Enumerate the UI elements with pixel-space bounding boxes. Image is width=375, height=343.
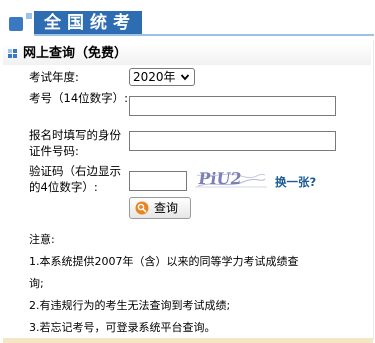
section-title: 网上查询（免费） xyxy=(23,46,128,61)
id-number-input[interactable] xyxy=(129,131,336,151)
note-item-1: 1.本系统提供2007年（含）以来的同等学力考试成绩查 xyxy=(29,255,299,268)
bottom-bar xyxy=(3,338,373,343)
note-item-3: 3.若忘记考号，可登录系统平台查询。 xyxy=(29,321,216,334)
query-button-label: 查询 xyxy=(154,201,179,215)
id-number-label: 报名时填写的身份证件号码: xyxy=(29,128,121,158)
blue-square-icon xyxy=(9,17,23,31)
note-item-1-cont: 询; xyxy=(29,277,44,290)
captcha-label: 验证码（右边显示的4位数字）: xyxy=(29,164,121,194)
header-underline xyxy=(34,34,374,36)
search-icon xyxy=(135,201,149,215)
year-select-value: 2020年 xyxy=(133,70,176,84)
small-square-icon xyxy=(26,13,32,19)
query-button[interactable]: 查询 xyxy=(129,197,191,219)
captcha-image: PiU2 xyxy=(195,167,267,189)
four-squares-icon xyxy=(8,49,19,60)
refresh-captcha-link[interactable]: 换一张? xyxy=(275,174,316,190)
captcha-input[interactable] xyxy=(129,171,187,191)
header-title: 全国统考 xyxy=(44,13,136,33)
year-select[interactable]: 2020年 xyxy=(129,68,195,86)
notes-title: 注意: xyxy=(29,233,55,246)
note-item-2: 2.有违规行为的考生无法查询到考试成绩; xyxy=(29,299,231,312)
exam-number-input[interactable] xyxy=(129,96,336,116)
chevron-down-icon xyxy=(180,74,190,81)
captcha-text: PiU2 xyxy=(197,169,243,188)
captcha-graphic: PiU2 xyxy=(195,167,267,189)
year-label: 考试年度: xyxy=(29,70,79,84)
exam-number-label: 考号（14位数字）: xyxy=(29,91,129,105)
page-header: 全国统考 xyxy=(0,0,375,38)
